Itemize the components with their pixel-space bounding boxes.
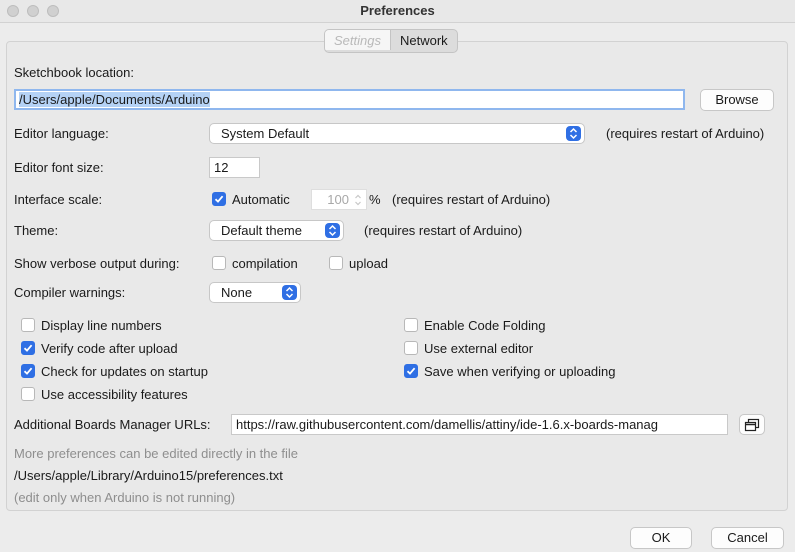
select-arrows-icon <box>325 223 340 238</box>
sketchbook-location-input[interactable]: /Users/apple/Documents/Arduino <box>14 89 685 110</box>
interface-scale-value: 100 <box>327 192 349 207</box>
code-folding-checkbox[interactable] <box>404 318 418 332</box>
editor-language-value: System Default <box>221 126 310 141</box>
interface-scale-unit: % <box>369 192 381 207</box>
select-arrows-icon <box>566 126 581 141</box>
window-title: Preferences <box>360 3 435 18</box>
save-when-verifying-label: Save when verifying or uploading <box>424 364 616 379</box>
compiler-warnings-value: None <box>221 285 253 300</box>
theme-select[interactable]: Default theme <box>209 220 344 241</box>
checkmark-icon <box>406 367 416 375</box>
external-editor-checkbox[interactable] <box>404 341 418 355</box>
external-editor-label: Use external editor <box>424 341 534 356</box>
upload-checkbox[interactable] <box>329 256 343 270</box>
more-preferences-text: More preferences can be edited directly … <box>14 446 298 461</box>
cancel-button[interactable]: Cancel <box>711 527 784 549</box>
checkmark-icon <box>23 344 33 352</box>
check-updates-label: Check for updates on startup <box>41 364 208 379</box>
verify-after-upload-label: Verify code after upload <box>41 341 178 356</box>
title-bar: Preferences <box>0 0 795 23</box>
boards-manager-label: Additional Boards Manager URLs: <box>14 417 211 432</box>
checkmark-icon <box>23 367 33 375</box>
theme-note: (requires restart of Arduino) <box>364 223 523 238</box>
accessibility-label: Use accessibility features <box>41 387 188 402</box>
browse-button[interactable]: Browse <box>700 89 774 111</box>
select-arrows-icon <box>282 285 297 300</box>
settings-panel <box>6 41 788 511</box>
interface-scale-note: (requires restart of Arduino) <box>392 192 551 207</box>
edit-urls-button[interactable] <box>739 414 765 435</box>
editor-font-size-label: Editor font size: <box>14 160 104 175</box>
automatic-checkbox[interactable] <box>212 192 226 206</box>
edit-only-note: (edit only when Arduino is not running) <box>14 490 236 505</box>
sketchbook-label: Sketchbook location: <box>14 65 134 80</box>
preferences-file-path: /Users/apple/Library/Arduino15/preferenc… <box>14 468 283 483</box>
theme-value: Default theme <box>221 223 302 238</box>
interface-scale-input[interactable]: 100 <box>311 189 367 210</box>
theme-label: Theme: <box>14 223 59 238</box>
editor-language-note: (requires restart of Arduino) <box>606 126 765 141</box>
verbose-label: Show verbose output during: <box>14 256 180 271</box>
check-updates-checkbox[interactable] <box>21 364 35 378</box>
checkmark-icon <box>214 195 224 203</box>
compiler-warnings-select[interactable]: None <box>209 282 301 303</box>
compiler-warnings-label: Compiler warnings: <box>14 285 126 300</box>
editor-language-select[interactable]: System Default <box>209 123 585 144</box>
display-line-numbers-label: Display line numbers <box>41 318 162 333</box>
interface-scale-label: Interface scale: <box>14 192 103 207</box>
upload-label: upload <box>349 256 389 271</box>
automatic-label: Automatic <box>232 192 290 207</box>
ok-button[interactable]: OK <box>630 527 692 549</box>
window-list-icon <box>744 418 760 432</box>
compilation-label: compilation <box>232 256 298 271</box>
verify-after-upload-checkbox[interactable] <box>21 341 35 355</box>
accessibility-checkbox[interactable] <box>21 387 35 401</box>
code-folding-label: Enable Code Folding <box>424 318 546 333</box>
tab-bar: Settings Network <box>324 29 458 53</box>
tab-network[interactable]: Network <box>391 30 457 50</box>
editor-font-size-input[interactable]: 12 <box>209 157 260 178</box>
spinner-arrows-icon <box>355 194 361 206</box>
save-when-verifying-checkbox[interactable] <box>404 364 418 378</box>
sketchbook-location-value: /Users/apple/Documents/Arduino <box>19 92 210 107</box>
compilation-checkbox[interactable] <box>212 256 226 270</box>
tab-settings[interactable]: Settings <box>325 30 391 50</box>
boards-manager-urls-input[interactable]: https://raw.githubusercontent.com/damell… <box>231 414 728 435</box>
editor-language-label: Editor language: <box>14 126 109 141</box>
display-line-numbers-checkbox[interactable] <box>21 318 35 332</box>
